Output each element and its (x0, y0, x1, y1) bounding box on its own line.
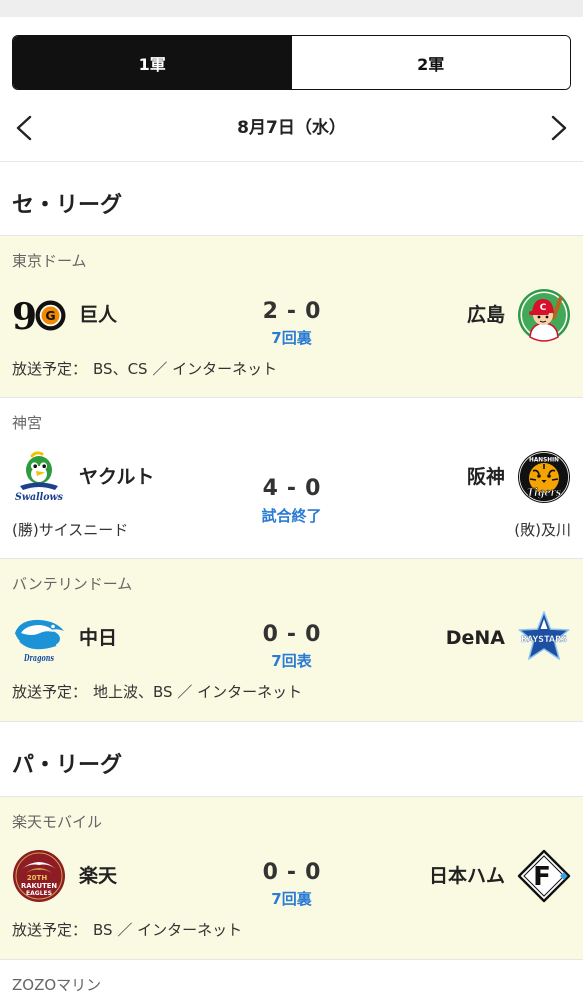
league-header-pacific: パ・リーグ (0, 722, 583, 797)
score-separator: - (286, 622, 297, 647)
winning-pitcher: (勝)サイスニード (12, 521, 129, 539)
broadcast-info: 放送予定： BS ／ インターネット (12, 920, 242, 940)
venue-name: バンテリンドーム (12, 575, 133, 593)
current-date: 8月7日（水） (237, 118, 346, 138)
away-team: DeNA BAYSTARS (446, 611, 571, 665)
next-date-button[interactable] (548, 114, 570, 142)
broadcast-label: 放送予定： (12, 921, 88, 939)
score-separator: - (286, 299, 297, 324)
broadcast-label: 放送予定： (12, 360, 88, 378)
tigers-logo: HANSHIN Tigers (518, 451, 570, 503)
away-score: 0 (305, 622, 321, 647)
tab-second-team[interactable]: 2軍 (291, 36, 570, 89)
away-team: 広島 C (467, 288, 571, 342)
date-navigation: 8月7日（水） (0, 90, 583, 162)
broadcast-channels: BS、CS ／ インターネット (93, 360, 278, 378)
game-card[interactable]: 楽天モバイル 20TH RAKUTEN EAGLES 楽天 0-0 7回裏 日本… (0, 797, 583, 960)
carp-logo: C (518, 289, 570, 342)
fighters-logo-letter: F (533, 862, 551, 892)
broadcast-info: 放送予定： BS、CS ／ インターネット (12, 359, 277, 379)
tigers-logo-top-text: HANSHIN (529, 456, 559, 464)
venue-name: 神宮 (12, 414, 43, 432)
venue-name: 楽天モバイル (12, 813, 103, 831)
game-card[interactable]: 神宮 Swallows ヤクルト 4-0 試合終了 阪神 HANSHIN Tig… (0, 398, 583, 559)
broadcast-label: 放送予定： (12, 683, 88, 701)
home-score: 4 (262, 476, 278, 501)
baystars-logo: BAYSTARS (518, 611, 570, 660)
team-level-tabs: 1軍 2軍 (12, 35, 571, 90)
score-separator: - (286, 476, 297, 501)
team-name: DeNA (445, 627, 505, 649)
score-separator: - (286, 860, 297, 885)
broadcast-channels: 地上波、BS ／ インターネット (93, 683, 303, 701)
game-card[interactable]: 東京ドーム 9 G 巨人 2-0 7回裏 広島 C 放送予定： BS、CS ／ … (0, 236, 583, 398)
team-name: 広島 (466, 304, 505, 326)
venue-name: 東京ドーム (12, 252, 87, 270)
chevron-right-icon (551, 115, 567, 141)
league-title: パ・リーグ (12, 753, 123, 778)
home-score: 0 (262, 622, 278, 647)
league-title: セ・リーグ (12, 193, 123, 218)
broadcast-info: 放送予定： 地上波、BS ／ インターネット (12, 682, 302, 702)
home-score: 0 (262, 860, 278, 885)
broadcast-channels: BS ／ インターネット (93, 921, 243, 939)
league-header-central: セ・リーグ (0, 162, 583, 236)
tigers-logo-text: Tigers (527, 486, 561, 499)
game-card[interactable]: バンテリンドーム Dragons 中日 0-0 7回表 DeNA BAYSTAR… (0, 559, 583, 722)
losing-pitcher: (敗)及川 (514, 521, 571, 539)
away-score: 0 (305, 299, 321, 324)
carp-logo-letter: C (540, 303, 547, 313)
status-bar-strip (0, 0, 583, 17)
venue-name: ZOZOマリン (12, 976, 102, 994)
away-score: 0 (305, 476, 321, 501)
tab-first-team[interactable]: 1軍 (13, 36, 292, 89)
away-team: 阪神 HANSHIN Tigers (467, 450, 571, 504)
chevron-left-icon (16, 115, 32, 141)
away-team: 日本ハム F (429, 849, 571, 903)
baystars-logo-text: BAYSTARS (521, 635, 567, 645)
team-name: 日本ハム (428, 865, 505, 887)
game-card[interactable]: ZOZOマリン (0, 960, 583, 1000)
away-score: 0 (305, 860, 321, 885)
fighters-logo: F (517, 849, 571, 903)
team-name: 阪神 (466, 466, 505, 488)
home-score: 2 (262, 299, 278, 324)
prev-date-button[interactable] (13, 114, 35, 142)
